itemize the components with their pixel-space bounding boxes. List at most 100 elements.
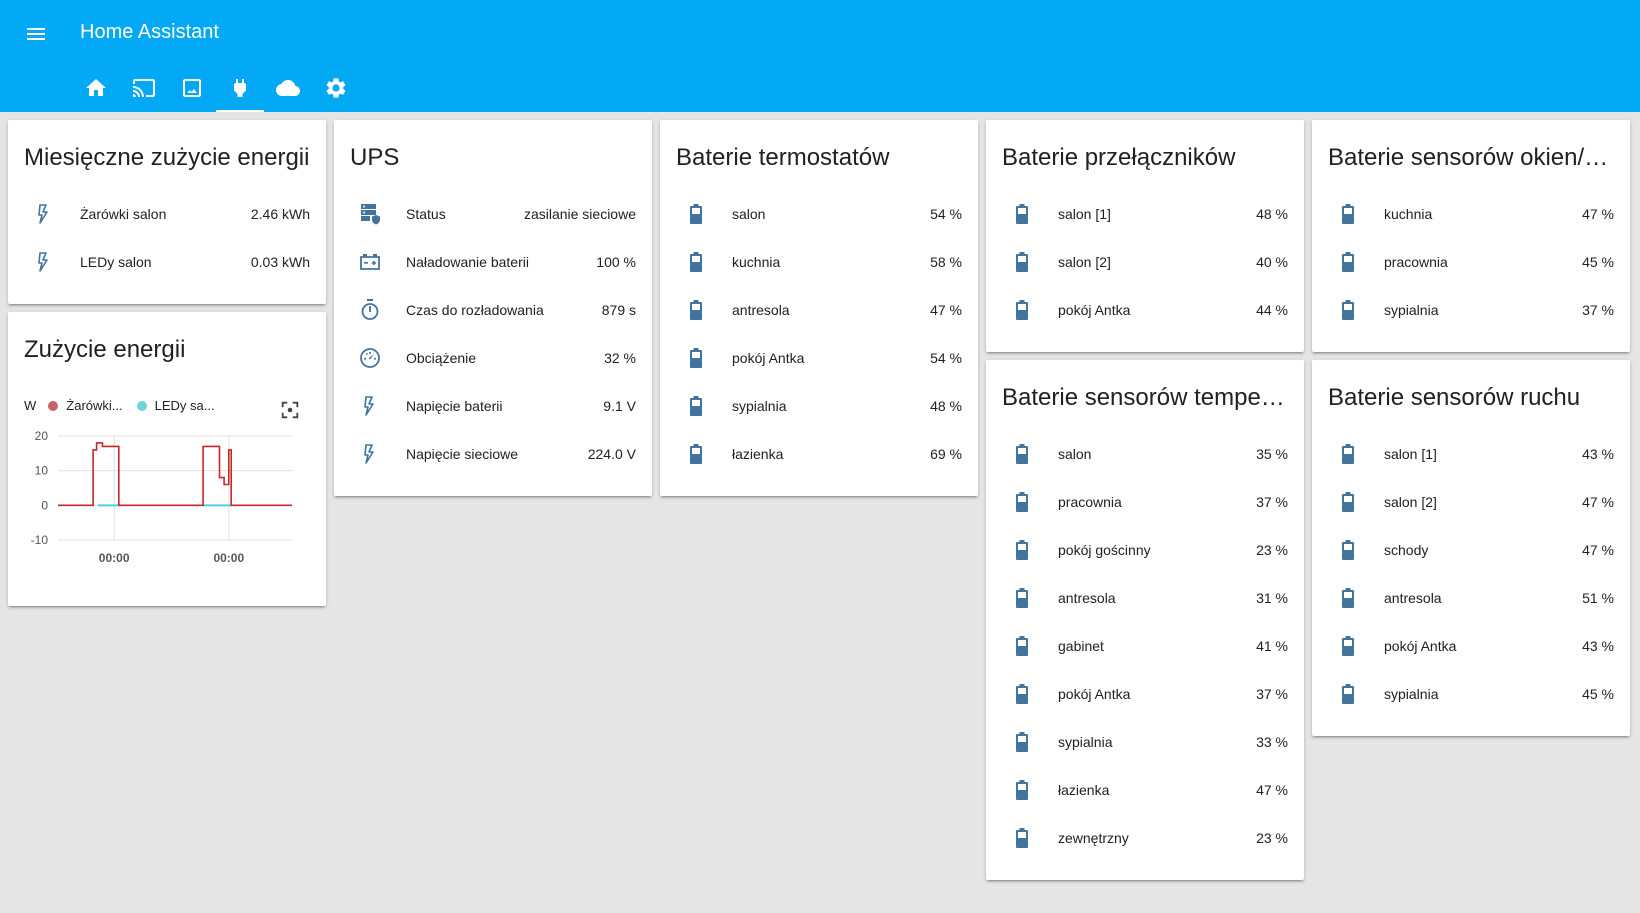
battery-icon bbox=[1002, 194, 1042, 234]
entity-row[interactable]: łazienka 69 % bbox=[676, 434, 962, 474]
tab-home[interactable] bbox=[72, 64, 120, 112]
entity-name: gabinet bbox=[1058, 638, 1104, 654]
entity-row[interactable]: salon 54 % bbox=[676, 194, 962, 234]
entity-row[interactable]: salon [1] 48 % bbox=[1002, 194, 1288, 234]
entity-name: pracownia bbox=[1058, 494, 1122, 510]
entity-row[interactable]: kuchnia 47 % bbox=[1328, 194, 1614, 234]
x-tick-label: 00:00 bbox=[99, 551, 130, 565]
battery-icon bbox=[1002, 290, 1042, 330]
entity-row[interactable]: pokój Antka 37 % bbox=[1002, 674, 1288, 714]
entity-row[interactable]: LEDy salon 0.03 kWh bbox=[24, 242, 310, 282]
entity-row[interactable]: sypialnia 33 % bbox=[1002, 722, 1288, 762]
entity-value: 47 % bbox=[1582, 494, 1614, 510]
entity-value: 23 % bbox=[1256, 542, 1288, 558]
battery-icon bbox=[676, 194, 716, 234]
entity-value: zasilanie sieciowe bbox=[523, 206, 636, 222]
entity-name: pokój Antka bbox=[1384, 638, 1457, 654]
battery-icon bbox=[1002, 722, 1042, 762]
entity-row[interactable]: Czas do rozładowania 879 s bbox=[350, 290, 636, 330]
tab-settings[interactable] bbox=[312, 64, 360, 112]
battery-icon bbox=[1328, 578, 1368, 618]
entity-row[interactable]: Napięcie sieciowe 224.0 V bbox=[350, 434, 636, 474]
entity-row[interactable]: salon [2] 47 % bbox=[1328, 482, 1614, 522]
entity-value: 45 % bbox=[1582, 686, 1614, 702]
entity-name: Status bbox=[406, 206, 446, 222]
y-tick-label: 10 bbox=[35, 464, 49, 478]
entity-row[interactable]: salon 35 % bbox=[1002, 434, 1288, 474]
entity-row[interactable]: antresola 31 % bbox=[1002, 578, 1288, 618]
entity-row[interactable]: gabinet 41 % bbox=[1002, 626, 1288, 666]
entity-row[interactable]: pokój Antka 43 % bbox=[1328, 626, 1614, 666]
entity-row[interactable]: sypialnia 37 % bbox=[1328, 290, 1614, 330]
entity-value: 23 % bbox=[1256, 830, 1288, 846]
battery-icon bbox=[1328, 674, 1368, 714]
entity-row[interactable]: schody 47 % bbox=[1328, 530, 1614, 570]
entity-row[interactable]: łazienka 47 % bbox=[1002, 770, 1288, 810]
card-title: Miesięczne zużycie energii bbox=[24, 144, 310, 171]
app-title: Home Assistant bbox=[80, 21, 219, 43]
battery-icon bbox=[676, 386, 716, 426]
energy-chart: 20 10 0 -10 00:00 00:00 bbox=[31, 429, 292, 565]
entity-row[interactable]: pokój Antka 54 % bbox=[676, 338, 962, 378]
y-tick-label: 0 bbox=[41, 498, 48, 512]
entity-row[interactable]: Napięcie baterii 9.1 V bbox=[350, 386, 636, 426]
entity-name: salon [2] bbox=[1058, 254, 1111, 270]
ups-card: UPS Status zasilanie sieciowe Naładowani… bbox=[334, 120, 652, 496]
card-title: Baterie sensorów okien/drzwi bbox=[1328, 144, 1614, 171]
entity-value: 224.0 V bbox=[587, 446, 636, 462]
entity-value: 37 % bbox=[1256, 494, 1288, 510]
entity-row[interactable]: Status zasilanie sieciowe bbox=[350, 194, 636, 234]
entity-row[interactable]: pokój Antka 44 % bbox=[1002, 290, 1288, 330]
entity-row[interactable]: sypialnia 48 % bbox=[676, 386, 962, 426]
card-title: Baterie sensorów temperatury bbox=[1002, 384, 1288, 411]
flash-icon bbox=[350, 386, 390, 426]
tab-image[interactable] bbox=[168, 64, 216, 112]
entity-name: kuchnia bbox=[1384, 206, 1433, 222]
entity-row[interactable]: salon [1] 43 % bbox=[1328, 434, 1614, 474]
entity-name: kuchnia bbox=[732, 254, 781, 270]
entity-value: 54 % bbox=[930, 350, 962, 366]
entity-row[interactable]: sypialnia 45 % bbox=[1328, 674, 1614, 714]
entity-value: 69 % bbox=[930, 446, 962, 462]
flash-icon bbox=[350, 434, 390, 474]
entity-row[interactable]: pokój gościnny 23 % bbox=[1002, 530, 1288, 570]
entity-row[interactable]: kuchnia 58 % bbox=[676, 242, 962, 282]
entity-value: 41 % bbox=[1256, 638, 1288, 654]
battery-icon bbox=[1328, 290, 1368, 330]
entity-name: salon [1] bbox=[1058, 206, 1111, 222]
tab-cast[interactable] bbox=[120, 64, 168, 112]
entity-row[interactable]: zewnętrzny 23 % bbox=[1002, 818, 1288, 858]
thermostat-battery-card: Baterie termostatów salon 54 % kuchnia 58 %… bbox=[660, 120, 978, 496]
power-plug-icon bbox=[234, 79, 246, 97]
tab-power-plug[interactable] bbox=[216, 64, 264, 112]
entity-name: Naładowanie baterii bbox=[406, 254, 529, 270]
entity-name: łazienka bbox=[1058, 782, 1110, 798]
battery-icon bbox=[676, 434, 716, 474]
entity-value: 37 % bbox=[1256, 686, 1288, 702]
entity-row[interactable]: pracownia 37 % bbox=[1002, 482, 1288, 522]
settings-icon bbox=[326, 78, 346, 98]
menu-button[interactable] bbox=[20, 18, 52, 50]
entity-value: 48 % bbox=[930, 398, 962, 414]
entity-name: salon bbox=[1058, 446, 1092, 462]
tab-cloud[interactable] bbox=[264, 64, 312, 112]
entity-name: pracownia bbox=[1384, 254, 1448, 270]
entity-row[interactable]: antresola 51 % bbox=[1328, 578, 1614, 618]
entity-name: sypialnia bbox=[1058, 734, 1113, 750]
battery-icon bbox=[1002, 674, 1042, 714]
x-tick-label: 00:00 bbox=[213, 551, 244, 565]
energy-graph-card: Zużycie energii W Żarówki... LEDy sa... … bbox=[8, 312, 326, 606]
entity-value: 35 % bbox=[1256, 446, 1288, 462]
y-tick-label: -10 bbox=[31, 533, 49, 547]
entity-row[interactable]: salon [2] 40 % bbox=[1002, 242, 1288, 282]
entity-row[interactable]: antresola 47 % bbox=[676, 290, 962, 330]
entity-row[interactable]: pracownia 45 % bbox=[1328, 242, 1614, 282]
battery-icon bbox=[1002, 770, 1042, 810]
entity-row[interactable]: Żarówki salon 2.46 kWh bbox=[24, 194, 310, 234]
battery-icon bbox=[1002, 530, 1042, 570]
entity-row[interactable]: Obciążenie 32 % bbox=[350, 338, 636, 378]
entity-row[interactable]: Naładowanie baterii 100 % bbox=[350, 242, 636, 282]
entity-name: schody bbox=[1384, 542, 1429, 558]
battery-icon bbox=[676, 290, 716, 330]
motion-battery-card: Baterie sensorów ruchu salon [1] 43 % salo… bbox=[1312, 360, 1630, 736]
